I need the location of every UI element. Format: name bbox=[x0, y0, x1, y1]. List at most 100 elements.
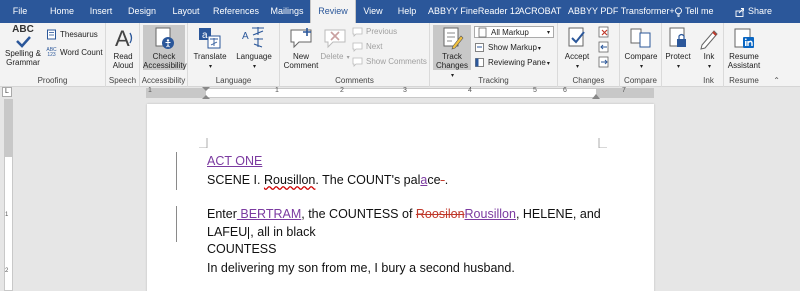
tab-view[interactable]: View bbox=[357, 0, 389, 23]
word-count-button[interactable]: ABC 123 Word Count bbox=[46, 47, 102, 61]
tell-me-label: Tell me bbox=[685, 6, 714, 16]
document-page[interactable]: ACT ONE SCENE I. Rousillon. The COUNT's … bbox=[147, 104, 654, 291]
accept-label: Accept bbox=[564, 52, 590, 61]
next-label: Next bbox=[366, 42, 383, 51]
grammar-label: Grammar bbox=[6, 58, 40, 67]
share-icon bbox=[735, 7, 744, 17]
thesaurus-button[interactable]: Thesaurus bbox=[46, 29, 98, 41]
speaker-name[interactable]: COUNTESS bbox=[207, 242, 276, 256]
tab-mailings[interactable]: Mailings bbox=[264, 0, 310, 23]
share-label: Share bbox=[748, 6, 773, 16]
tab-references[interactable]: References bbox=[210, 0, 262, 23]
check-label: Check bbox=[152, 52, 176, 61]
check-accessibility-button[interactable]: Check Accessibility bbox=[143, 25, 187, 70]
horizontal-ruler[interactable] bbox=[146, 88, 654, 98]
new-label: New bbox=[292, 52, 309, 61]
show-markup-button[interactable]: Show Markup▾ bbox=[474, 42, 541, 54]
protect-label: Protect bbox=[665, 52, 691, 61]
accept-button[interactable]: Accept ▾ bbox=[560, 25, 594, 72]
abc-glyph: ABC bbox=[12, 24, 34, 35]
track-changes-button[interactable]: Track Changes ▾ bbox=[433, 25, 471, 79]
tab-insert[interactable]: Insert bbox=[83, 0, 119, 23]
spelling-grammar-button[interactable]: ABC Spelling & Grammar bbox=[2, 24, 44, 68]
compare-icon bbox=[630, 28, 651, 48]
accessibility-label: Accessibility bbox=[143, 61, 187, 70]
language-button[interactable]: A Language ▾ bbox=[232, 25, 276, 72]
ruler-number: 1 bbox=[275, 87, 279, 94]
share-button[interactable]: Share bbox=[735, 0, 772, 23]
translate-label: Translate bbox=[193, 52, 227, 61]
ink-dropdown-caret: ▾ bbox=[707, 64, 711, 70]
enter-text: , the COUNTESS of bbox=[301, 207, 416, 221]
accept-dropdown-caret: ▾ bbox=[575, 64, 579, 70]
flagged-word: Rousillon bbox=[263, 173, 316, 187]
show-comments-button[interactable]: Show Comments bbox=[352, 56, 427, 68]
reviewing-pane-label: Reviewing Pane bbox=[488, 58, 546, 67]
dialogue-line[interactable]: In delivering my son from me, I bury a s… bbox=[207, 261, 515, 275]
checkmark-icon bbox=[16, 36, 31, 48]
tab-home[interactable]: Home bbox=[44, 0, 80, 23]
delete-label: Delete bbox=[320, 52, 344, 61]
speech-group-label: Speech bbox=[108, 76, 137, 85]
ink-label: Ink bbox=[703, 52, 715, 61]
scene-text: . bbox=[444, 173, 449, 187]
lafeu-line[interactable]: LAFEU, all in black bbox=[207, 225, 316, 239]
tab-review[interactable]: Review bbox=[310, 0, 356, 23]
translate-button[interactable]: a Translate ▾ bbox=[190, 25, 230, 72]
vertical-ruler-number: 2 bbox=[5, 268, 9, 274]
proofing-group-label: Proofing bbox=[37, 76, 68, 85]
show-comments-label: Show Comments bbox=[366, 57, 427, 66]
next-comment-button[interactable]: Next bbox=[352, 41, 382, 53]
delete-comment-button[interactable]: Delete ▾ bbox=[320, 25, 350, 63]
scene-line[interactable]: SCENE I. Rousillon. The COUNT's palace-. bbox=[207, 173, 448, 187]
tab-abbyy-pdf-transformer[interactable]: ABBYY PDF Transformer+ bbox=[568, 0, 675, 23]
language-label: Language bbox=[236, 52, 272, 61]
group-accessibility: Check Accessibility Accessibility bbox=[140, 23, 188, 87]
horizontal-ruler-area: L 1 1 2 3 4 5 6 7 bbox=[0, 87, 800, 99]
tell-me-search[interactable]: Tell me bbox=[674, 0, 714, 23]
read-label: Read bbox=[113, 52, 133, 61]
right-indent-marker-icon[interactable] bbox=[592, 93, 600, 99]
accessibility-group-label: Accessibility bbox=[141, 76, 186, 85]
compare-button[interactable]: Compare ▾ bbox=[623, 25, 659, 72]
tab-help[interactable]: Help bbox=[390, 0, 424, 23]
markup-display-select[interactable]: All Markup ▾ bbox=[474, 26, 554, 38]
accept-icon bbox=[568, 27, 585, 47]
collapse-ribbon-icon[interactable]: ⌃ bbox=[773, 76, 780, 85]
resume-assistant-button[interactable]: Resume Assistant bbox=[726, 25, 762, 70]
enter-line[interactable]: Enter BERTRAM, the COUNTESS of RoosilonR… bbox=[207, 207, 601, 221]
inserted-text: ACT ONE bbox=[207, 154, 263, 168]
tab-design[interactable]: Design bbox=[122, 0, 162, 23]
group-tracking: Track Changes ▾ All Markup ▾ Show Markup▾… bbox=[430, 23, 558, 87]
markup-doc-icon bbox=[478, 27, 487, 38]
thesaurus-book-icon bbox=[47, 29, 56, 40]
reviewing-pane-button[interactable]: Reviewing Pane▾ bbox=[474, 57, 550, 69]
reviewing-pane-caret: ▾ bbox=[546, 61, 550, 67]
aloud-label: Aloud bbox=[112, 61, 134, 70]
svg-text:A: A bbox=[242, 31, 249, 42]
lafeu-text: LAFEU bbox=[207, 225, 248, 239]
protect-button[interactable]: Protect ▾ bbox=[663, 25, 693, 72]
group-speech: A Read Aloud Speech bbox=[106, 23, 140, 87]
previous-comment-button[interactable]: Previous bbox=[352, 26, 397, 38]
tab-abbyy-finereader[interactable]: ABBYY FineReader 12 bbox=[428, 0, 520, 23]
new-comment-icon bbox=[290, 28, 312, 49]
tab-selector[interactable]: L bbox=[2, 87, 12, 97]
track-label: Track bbox=[442, 52, 462, 61]
read-aloud-button[interactable]: A Read Aloud bbox=[109, 25, 137, 70]
svg-text:a: a bbox=[202, 30, 208, 41]
reject-icon[interactable] bbox=[598, 26, 610, 38]
tab-layout[interactable]: Layout bbox=[166, 0, 206, 23]
next-change-icon[interactable] bbox=[598, 56, 610, 68]
language-dropdown-caret: ▾ bbox=[252, 64, 256, 70]
act-heading[interactable]: ACT ONE bbox=[207, 154, 262, 168]
previous-change-icon[interactable] bbox=[598, 41, 610, 53]
ink-button[interactable]: Ink ▾ bbox=[695, 25, 723, 72]
tab-file[interactable]: File bbox=[6, 0, 34, 23]
spelling-label: Spelling & bbox=[4, 49, 42, 58]
tab-acrobat[interactable]: ACROBAT bbox=[516, 0, 564, 23]
read-aloud-icon: A bbox=[115, 26, 133, 51]
new-comment-button[interactable]: New Comment bbox=[282, 25, 320, 70]
ruler-number: 6 bbox=[563, 87, 567, 94]
indent-marker-icon[interactable] bbox=[202, 87, 210, 99]
